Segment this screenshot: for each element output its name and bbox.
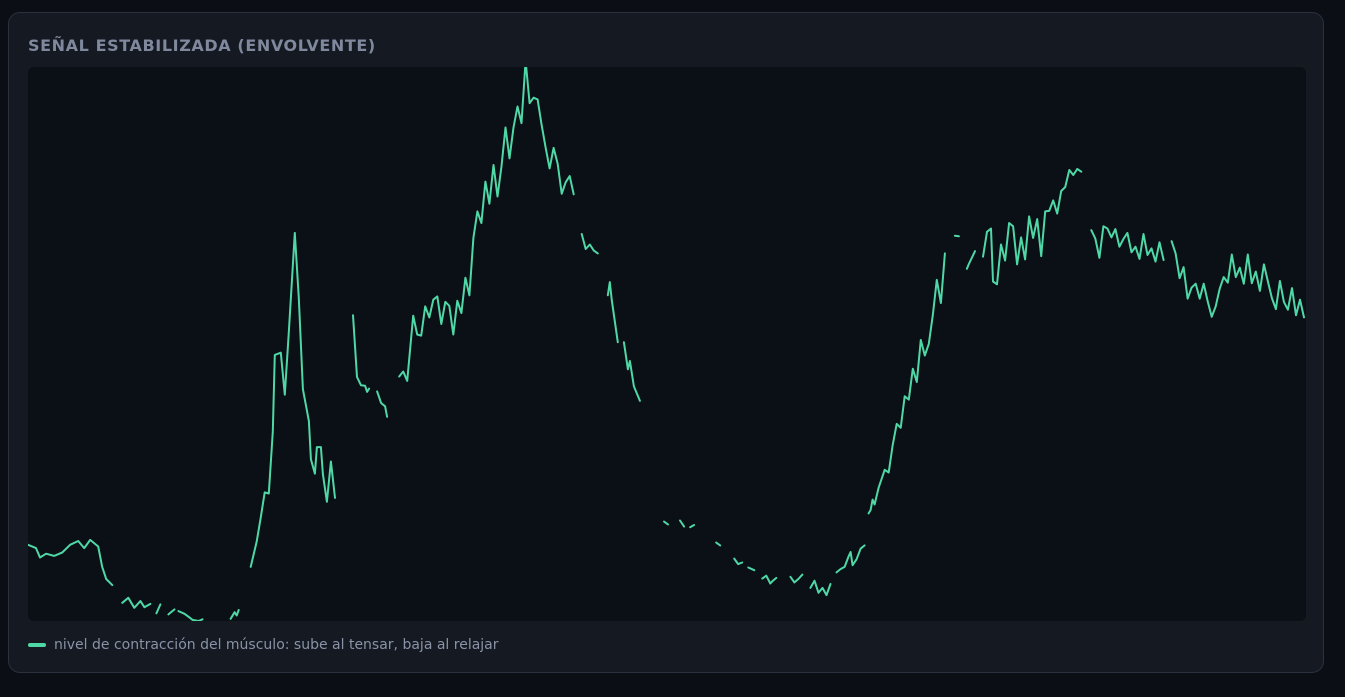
series-segment: [965, 250, 976, 270]
series-segment: [580, 233, 599, 255]
series-segment: [155, 603, 162, 615]
series-segment: [679, 519, 686, 528]
series-segment: [1090, 225, 1165, 263]
envelope-chart: [28, 67, 1305, 621]
series-segment: [809, 579, 832, 597]
series-segment: [789, 573, 804, 584]
series-segment: [121, 596, 152, 609]
series-segment: [167, 608, 176, 616]
series-segment: [953, 234, 960, 238]
series-segment: [982, 167, 1083, 286]
series-segment: [1170, 240, 1305, 319]
legend-label: nivel de contracción del músculo: sube a…: [54, 637, 499, 653]
chart-panel: SEÑAL ESTABILIZADA (ENVOLVENTE) nivel de…: [8, 12, 1324, 673]
series-line: [28, 67, 1305, 621]
panel-title: SEÑAL ESTABILIZADA (ENVOLVENTE): [28, 36, 376, 55]
series-segment: [606, 281, 619, 344]
series-segment: [747, 566, 756, 572]
series-segment: [352, 314, 371, 393]
series-segment: [835, 544, 866, 574]
series-segment: [761, 574, 778, 585]
series-segment: [177, 610, 204, 621]
series-segment: [689, 524, 696, 529]
series-segment: [376, 390, 389, 418]
series-segment: [28, 538, 114, 587]
series-segment: [398, 67, 575, 382]
series-segment: [249, 231, 336, 568]
legend: nivel de contracción del músculo: sube a…: [28, 635, 499, 655]
legend-swatch: [28, 643, 46, 647]
series-segment: [733, 557, 744, 566]
series-segment: [622, 341, 641, 402]
series-segment: [867, 252, 946, 515]
plot-area: [28, 67, 1306, 621]
series-segment: [229, 609, 240, 620]
series-segment: [663, 520, 669, 526]
series-segment: [715, 541, 722, 547]
